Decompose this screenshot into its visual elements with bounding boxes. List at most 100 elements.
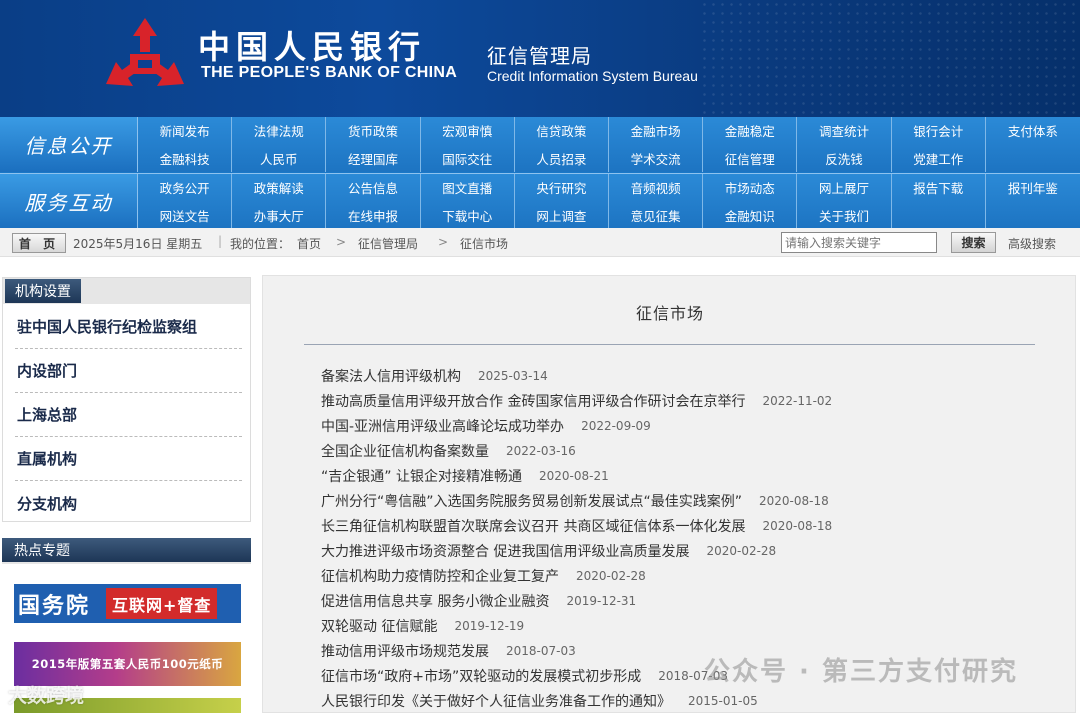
bureau-name-en: Credit Information System Bureau bbox=[487, 68, 698, 84]
breadcrumb-market-link[interactable]: 征信市场 bbox=[460, 235, 508, 252]
article-title-link[interactable]: 推动信用评级市场规范发展 bbox=[321, 641, 489, 661]
service-nav-item-3[interactable]: 图文直播 bbox=[421, 174, 515, 201]
article-date: 2025-03-14 bbox=[478, 368, 548, 383]
location-label: 我的位置： bbox=[230, 237, 291, 251]
service-nav-item-9[interactable]: 报刊年鉴 bbox=[986, 174, 1080, 201]
article-title-link[interactable]: 促进信用信息共享 服务小微企业融资 bbox=[321, 591, 549, 611]
search-input[interactable] bbox=[781, 232, 937, 253]
banner-inspection-text: 互联网+督查 bbox=[106, 588, 218, 619]
info-nav-item-8[interactable]: 银行会计 bbox=[892, 117, 986, 144]
article-title-link[interactable]: 长三角征信机构联盟首次联席会议召开 共商区域征信体系一体化发展 bbox=[321, 516, 745, 536]
sidebar-item-shanghai-hq[interactable]: 上海总部 bbox=[15, 393, 242, 437]
list-item: 大力推进评级市场资源整合 促进我国信用评级业高质量发展 2020-02-28 bbox=[321, 538, 1061, 563]
current-date: 2025年5月16日 星期五 bbox=[73, 237, 203, 251]
service-nav-item-10[interactable]: 网送文告 bbox=[138, 201, 233, 229]
sidebar-item-branches[interactable]: 分支机构 bbox=[15, 481, 242, 525]
article-date: 2019-12-31 bbox=[566, 593, 637, 608]
search-button[interactable]: 搜索 bbox=[951, 232, 996, 253]
service-nav-item-2[interactable]: 公告信息 bbox=[326, 174, 421, 201]
info-nav-item-1[interactable]: 法律法规 bbox=[232, 117, 327, 144]
info-nav-item-0[interactable]: 新闻发布 bbox=[138, 117, 233, 144]
main-navigation: 信息公开 新闻发布 法律法规 货币政策 宏观审慎 信贷政策 金融市场 金融稳定 调查统计 银行会… bbox=[0, 117, 1080, 229]
main-content: 征信市场 备案法人信用评级机构 2025-03-14 推动高质量信用评级开放合作 金… bbox=[262, 275, 1076, 713]
info-nav-item-9[interactable]: 支付体系 bbox=[986, 117, 1080, 144]
service-nav-item-12[interactable]: 在线申报 bbox=[326, 201, 421, 229]
list-item: 征信机构助力疫情防控和企业复工复产 2020-02-28 bbox=[321, 563, 1061, 588]
article-title-link[interactable]: 备案法人信用评级机构 bbox=[321, 366, 461, 386]
info-nav-item-3[interactable]: 宏观审慎 bbox=[421, 117, 515, 144]
service-nav-item-19 bbox=[986, 201, 1080, 229]
article-title-link[interactable]: 全国企业征信机构备案数量 bbox=[321, 441, 489, 461]
service-nav-item-6[interactable]: 市场动态 bbox=[703, 174, 798, 201]
list-item: 促进信用信息共享 服务小微企业融资 2019-12-31 bbox=[321, 588, 1061, 613]
article-title-link[interactable]: 大力推进评级市场资源整合 促进我国信用评级业高质量发展 bbox=[321, 541, 689, 561]
service-nav-item-11[interactable]: 办事大厅 bbox=[232, 201, 327, 229]
info-nav-item-12[interactable]: 经理国库 bbox=[326, 144, 421, 172]
article-title-link[interactable]: 征信机构助力疫情防控和企业复工复产 bbox=[321, 566, 559, 586]
info-nav-item-7[interactable]: 调查统计 bbox=[797, 117, 892, 144]
article-date: 2020-02-28 bbox=[706, 543, 777, 558]
pboc-logo-icon[interactable] bbox=[100, 14, 190, 96]
home-button[interactable]: 首 页 bbox=[12, 233, 66, 253]
article-title-link[interactable]: 中国-亚洲信用评级业高峰论坛成功举办 bbox=[321, 416, 564, 436]
info-nav-item-15[interactable]: 学术交流 bbox=[609, 144, 704, 172]
title-divider bbox=[304, 344, 1035, 345]
service-nav-item-16[interactable]: 金融知识 bbox=[703, 201, 798, 229]
service-nav-item-17[interactable]: 关于我们 bbox=[797, 201, 892, 229]
article-date: 2015-01-05 bbox=[688, 693, 758, 708]
service-nav-item-0[interactable]: 政务公开 bbox=[138, 174, 233, 201]
page-title: 征信市场 bbox=[635, 304, 704, 323]
info-nav-item-6[interactable]: 金融稳定 bbox=[703, 117, 798, 144]
breadcrumb-separator: | bbox=[218, 234, 223, 248]
info-nav-item-19 bbox=[986, 144, 1080, 172]
info-nav-item-14[interactable]: 人员招录 bbox=[515, 144, 609, 172]
info-nav-item-16[interactable]: 征信管理 bbox=[703, 144, 798, 172]
list-item: 长三角征信机构联盟首次联席会议召开 共商区域征信体系一体化发展 2020-08-1… bbox=[321, 513, 1061, 538]
bank-name-cn: 中国人民银行 bbox=[198, 28, 427, 66]
service-nav-item-15[interactable]: 意见征集 bbox=[609, 201, 704, 229]
info-nav-item-13[interactable]: 国际交往 bbox=[421, 144, 515, 172]
info-nav-item-11[interactable]: 人民币 bbox=[232, 144, 327, 172]
info-nav-item-5[interactable]: 金融市场 bbox=[609, 117, 704, 144]
article-title-link[interactable]: 人民银行印发《关于做好个人征信业务准备工作的通知》 bbox=[321, 691, 671, 711]
sidebar-item-affiliates[interactable]: 直属机构 bbox=[15, 437, 242, 481]
article-date: 2020-02-28 bbox=[576, 568, 646, 583]
article-title-link[interactable]: 双轮驱动 征信赋能 bbox=[321, 616, 437, 636]
banner-rmb-100[interactable]: 2015年版第五套人民币100元纸币 bbox=[14, 642, 241, 686]
article-date: 2022-11-02 bbox=[762, 393, 833, 408]
article-title-link[interactable]: 征信市场“政府+市场”双轮驱动的发展模式初步形成 bbox=[321, 666, 641, 686]
service-nav-item-7[interactable]: 网上展厅 bbox=[797, 174, 892, 201]
advanced-search-link[interactable]: 高级搜索 bbox=[1008, 235, 1056, 252]
service-nav-item-8[interactable]: 报告下载 bbox=[892, 174, 986, 201]
sidebar-item-inspection-group[interactable]: 驻中国人民银行纪检监察组 bbox=[15, 305, 242, 349]
service-nav-item-4[interactable]: 央行研究 bbox=[515, 174, 609, 201]
article-date: 2018-07-03 bbox=[506, 643, 576, 658]
info-nav-item-17[interactable]: 反洗钱 bbox=[797, 144, 892, 172]
article-title-link[interactable]: 推动高质量信用评级开放合作 金砖国家信用评级合作研讨会在京举行 bbox=[321, 391, 745, 411]
breadcrumb-bar: 首 页 2025年5月16日 星期五 | 我的位置： 首页 > 征信管理局 > … bbox=[0, 228, 1080, 257]
info-nav-item-10[interactable]: 金融科技 bbox=[138, 144, 233, 172]
breadcrumb-bureau-link[interactable]: 征信管理局 bbox=[358, 235, 418, 252]
info-nav-item-18[interactable]: 党建工作 bbox=[892, 144, 986, 172]
watermark-official-account: 公众号 · 第三方支付研究 bbox=[704, 657, 1018, 687]
service-nav-item-14[interactable]: 网上调查 bbox=[515, 201, 609, 229]
sidebar-topics-header: 热点专题 bbox=[2, 538, 251, 564]
service-nav-item-5[interactable]: 音频视频 bbox=[609, 174, 704, 201]
service-nav-item-1[interactable]: 政策解读 bbox=[232, 174, 327, 201]
article-title-link[interactable]: 广州分行“粤信融”入选国务院服务贸易创新发展试点“最佳实践案例” bbox=[321, 491, 742, 511]
article-date: 2020-08-18 bbox=[762, 518, 833, 533]
info-nav-item-4[interactable]: 信贷政策 bbox=[515, 117, 609, 144]
article-title-link[interactable]: “吉企银通” 让银企对接精准畅通 bbox=[321, 466, 522, 486]
article-date: 2022-09-09 bbox=[581, 418, 651, 433]
banner-internet-plus-inspection[interactable]: 国务院 互联网+督查 bbox=[14, 584, 241, 623]
breadcrumb-home-link[interactable]: 首页 bbox=[297, 235, 321, 252]
sidebar-item-departments[interactable]: 内设部门 bbox=[15, 349, 242, 393]
nav-grid-service: 政务公开 政策解读 公告信息 图文直播 央行研究 音频视频 市场动态 网上展厅 报告下载 报刊年鉴… bbox=[138, 174, 1080, 229]
sidebar-org-panel: 机构设置 驻中国人民银行纪检监察组 内设部门 上海总部 直属机构 分支机构 bbox=[2, 277, 251, 522]
nav-section-service-label: 服务互动 bbox=[0, 174, 138, 229]
bank-name-en: THE PEOPLE'S BANK OF CHINA bbox=[201, 64, 458, 81]
info-nav-item-2[interactable]: 货币政策 bbox=[326, 117, 421, 144]
sidebar-org-title: 机构设置 bbox=[5, 279, 81, 303]
service-nav-item-13[interactable]: 下载中心 bbox=[421, 201, 515, 229]
list-item: 中国-亚洲信用评级业高峰论坛成功举办 2022-09-09 bbox=[321, 413, 1061, 438]
